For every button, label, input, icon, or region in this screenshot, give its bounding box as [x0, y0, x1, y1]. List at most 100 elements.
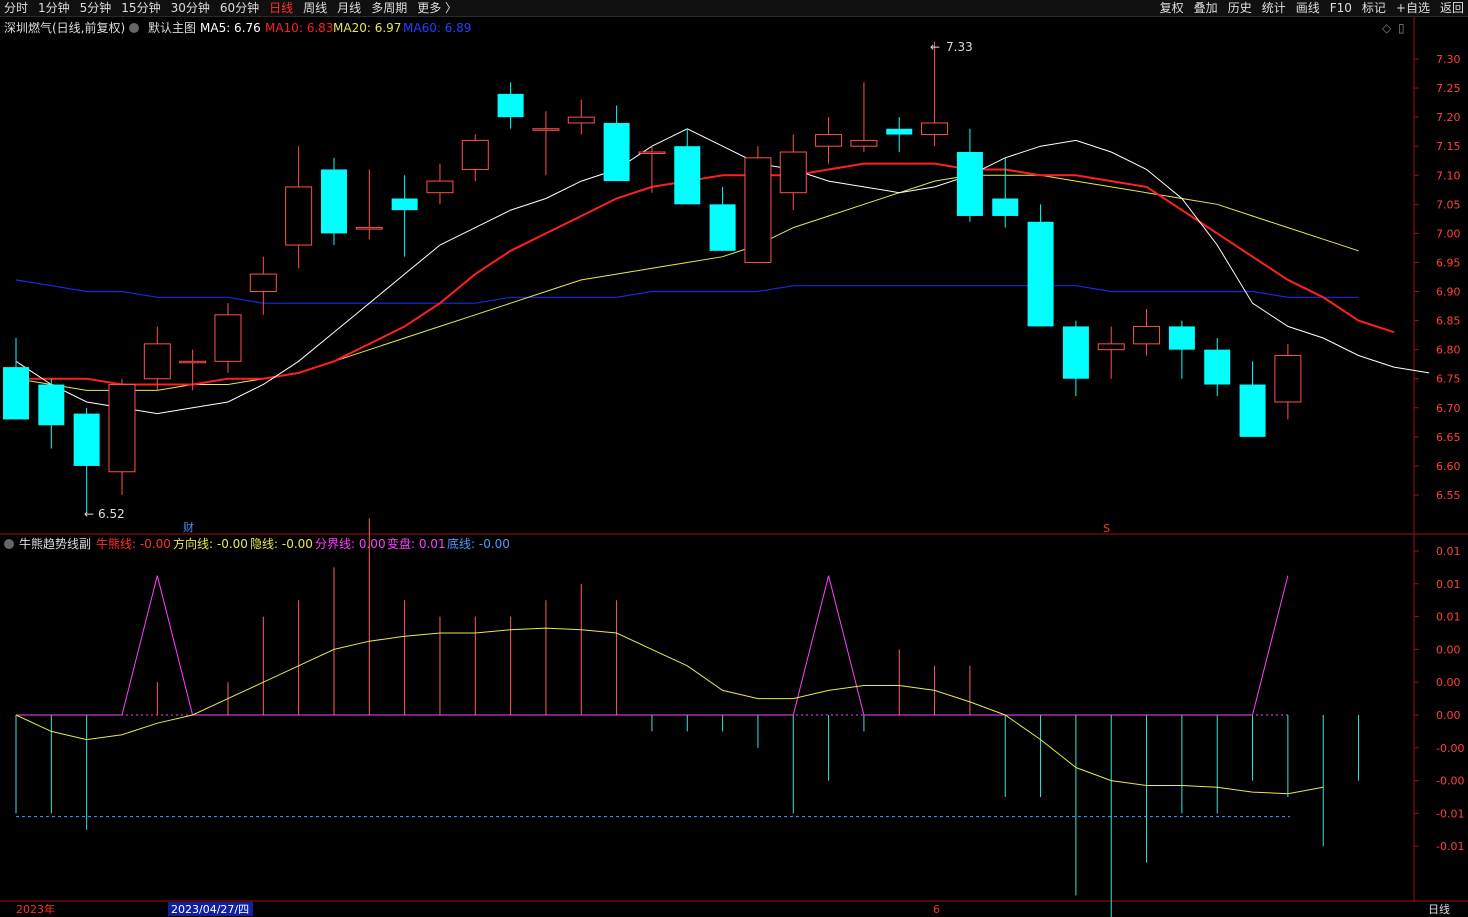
candle-body-down — [886, 128, 913, 135]
sub-header: 牛熊趋势线副 牛熊线: -0.00 方向线: -0.00 隐线: -0.00 分… — [4, 536, 510, 551]
toolbar-action-3[interactable]: 统计 — [1262, 1, 1286, 15]
sell-signal-marker: S — [1103, 522, 1110, 535]
sub-y-axis: 0.01 0.01 0.01 0.00 0.00 0.00 -0.00 -0.00 -0.01 -… — [1414, 545, 1464, 853]
low-marker: ← — [84, 507, 94, 521]
candle-body-up — [355, 227, 383, 230]
main-header: 深圳燃气(日线,前复权) 默认主图 MA5: 6.76 MA10: 6.83 M… — [4, 20, 1405, 35]
low-price-label: 6.52 — [98, 507, 125, 521]
period-tab-7[interactable]: 周线 — [303, 1, 327, 15]
candle-body-up — [744, 157, 772, 263]
period-tab-2[interactable]: 5分钟 — [80, 1, 112, 15]
candle-body-up — [1274, 354, 1302, 403]
main-tick-label: 6.95 — [1436, 256, 1461, 269]
sub-tick-label: 0.01 — [1436, 545, 1461, 558]
candle-body-down — [320, 169, 347, 234]
period-tab-1[interactable]: 1分钟 — [38, 1, 70, 15]
toolbar-action-8[interactable]: 返回 — [1440, 1, 1464, 15]
hidden-line-label: 隐线: -0.00 — [250, 537, 313, 551]
toolbar-action-0[interactable]: 复权 — [1160, 1, 1184, 15]
main-tick-label: 6.75 — [1436, 373, 1461, 386]
sub-indicator-name[interactable]: 牛熊趋势线副 — [19, 536, 91, 551]
period-tab-5[interactable]: 60分钟 — [220, 1, 259, 15]
main-tick-label: 7.05 — [1436, 198, 1461, 211]
period-tab-0[interactable]: 分时 — [4, 1, 28, 15]
candle-body-up — [108, 384, 136, 473]
year-label: 2023年 — [16, 902, 55, 916]
sub-tick-label: -0.00 — [1436, 742, 1464, 755]
sub-dropdown-icon[interactable] — [4, 539, 14, 549]
period-tab-8[interactable]: 月线 — [337, 1, 361, 15]
candle-body-down — [38, 384, 65, 426]
candle-body-down — [391, 198, 418, 211]
sub-indicator-plot — [15, 518, 1360, 917]
main-tick-label: 6.65 — [1436, 431, 1461, 444]
divider-line-label: 分界线: 0.00 — [315, 537, 386, 551]
high-price-label: 7.33 — [946, 40, 973, 54]
candle-body-down — [674, 146, 701, 205]
toolbar-action-1[interactable]: 叠加 — [1194, 1, 1218, 15]
period-tab-4[interactable]: 30分钟 — [171, 1, 210, 15]
main-tick-label: 7.10 — [1436, 169, 1461, 182]
candle-body-up — [815, 134, 843, 147]
period-tab-6[interactable]: 日线 — [269, 1, 293, 15]
candle-body-up — [179, 360, 207, 364]
toolbar-action-4[interactable]: 画线 — [1296, 1, 1320, 15]
sub-tick-label: 0.00 — [1436, 709, 1461, 722]
candle-body-up — [1097, 343, 1125, 351]
candle-body-up — [461, 139, 489, 170]
toolbar-action-7[interactable]: +自选 — [1396, 1, 1430, 15]
stock-title[interactable]: 深圳燃气(日线,前复权) — [4, 20, 125, 35]
candle-body-down — [1062, 326, 1089, 379]
dropdown-icon[interactable] — [129, 23, 139, 33]
ma60-line — [15, 279, 1359, 304]
panel-frames — [0, 17, 1468, 902]
period-tab-10[interactable]: 更多 〉 — [417, 1, 457, 15]
candle-body-down — [1239, 384, 1266, 437]
candle-body-up — [249, 273, 277, 293]
main-tick-label: 7.15 — [1436, 140, 1461, 153]
candle-body-down — [1027, 221, 1054, 327]
candle-body-up — [532, 128, 560, 131]
main-tick-label: 6.70 — [1436, 402, 1461, 415]
bull-bear-line-label: 牛熊线: -0.00 — [96, 536, 171, 551]
candle-body-down — [956, 152, 983, 216]
period-tab-3[interactable]: 15分钟 — [121, 1, 160, 15]
toolbar-action-6[interactable]: 标记 — [1362, 1, 1386, 15]
panel-settings-icon[interactable]: ▯ — [1398, 21, 1405, 35]
ma60-label: MA60: 6.89 — [403, 21, 471, 35]
main-tick-label: 6.85 — [1436, 315, 1461, 328]
period-label[interactable]: 日线 — [1428, 902, 1450, 916]
sub-tick-label: -0.01 — [1436, 840, 1464, 853]
diamond-icon[interactable]: ◇ — [1382, 21, 1392, 35]
main-tick-label: 6.55 — [1436, 489, 1461, 502]
main-tick-label: 6.80 — [1436, 344, 1461, 357]
cursor-date-label: 2023/04/27/四 — [171, 903, 249, 916]
ma5-label: MA5: 6.76 — [200, 21, 261, 35]
candle-body-up — [779, 151, 807, 194]
sub-tick-label: -0.00 — [1436, 775, 1464, 788]
toolbar-action-2[interactable]: 历史 — [1228, 1, 1252, 15]
main-y-axis: 7.30 7.25 7.20 7.15 7.10 7.05 7.00 6.95 6.90 6.85… — [1414, 53, 1461, 502]
candle-body-up — [285, 186, 313, 246]
main-tick-label: 7.30 — [1436, 53, 1461, 66]
candle-body-down — [709, 204, 736, 251]
candle-body-up — [850, 139, 878, 147]
main-tick-label: 6.90 — [1436, 286, 1461, 299]
financial-report-marker[interactable]: 财 — [183, 520, 194, 534]
period-tab-9[interactable]: 多周期 — [371, 1, 407, 15]
direction-line-label: 方向线: -0.00 — [173, 536, 248, 551]
direction-line — [15, 627, 1324, 795]
toolbar-action-5[interactable]: F10 — [1330, 1, 1352, 15]
ma10-label: MA10: 6.83 — [265, 21, 333, 35]
high-marker: ← — [930, 40, 940, 54]
candle-body-up — [638, 151, 666, 155]
main-tick-label: 6.60 — [1436, 460, 1461, 473]
candle-body-up — [143, 343, 171, 380]
candle-body-down — [3, 367, 29, 420]
main-tick-label: 7.25 — [1436, 82, 1461, 95]
main-tick-label: 7.20 — [1436, 111, 1461, 124]
candle-body-down — [1168, 326, 1195, 350]
main-chart-name[interactable]: 默认主图 — [148, 20, 196, 35]
sub-tick-label: 0.01 — [1436, 578, 1461, 591]
kline-chart[interactable]: 深圳燃气(日线,前复权) 默认主图 MA5: 6.76 MA10: 6.83 M… — [0, 17, 1468, 917]
